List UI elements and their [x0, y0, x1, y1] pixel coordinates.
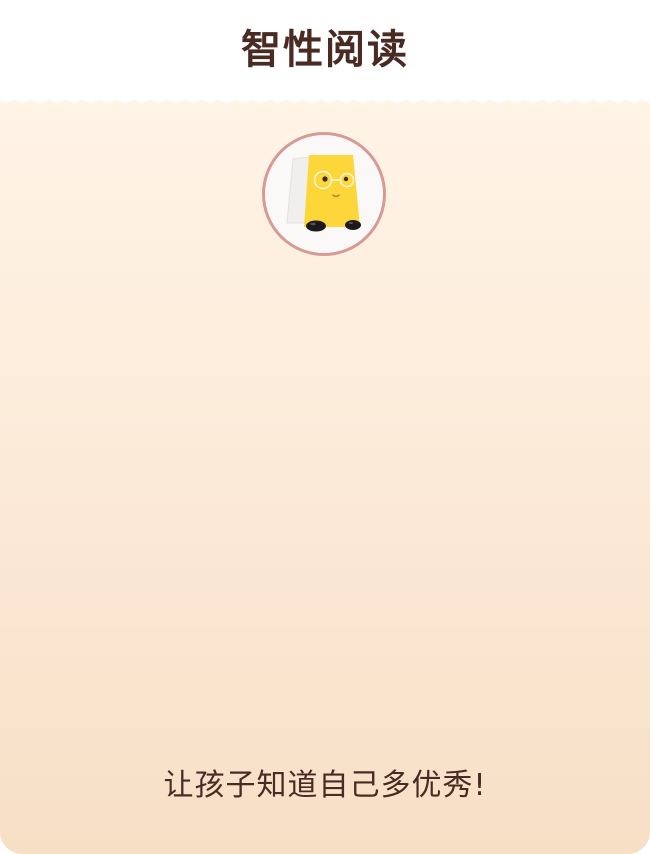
book-mascot-icon — [286, 155, 361, 232]
app-screen: 智性阅读 让孩子知道自己多优秀! — [0, 0, 650, 854]
header: 智性阅读 — [0, 0, 650, 96]
slogan-text: 让孩子知道自己多优秀! — [163, 768, 487, 803]
promo-card: 让孩子知道自己多优秀! — [0, 96, 650, 854]
mascot-avatar — [262, 132, 386, 256]
page-title: 智性阅读 — [241, 27, 409, 73]
scalloped-edge — [0, 96, 650, 104]
